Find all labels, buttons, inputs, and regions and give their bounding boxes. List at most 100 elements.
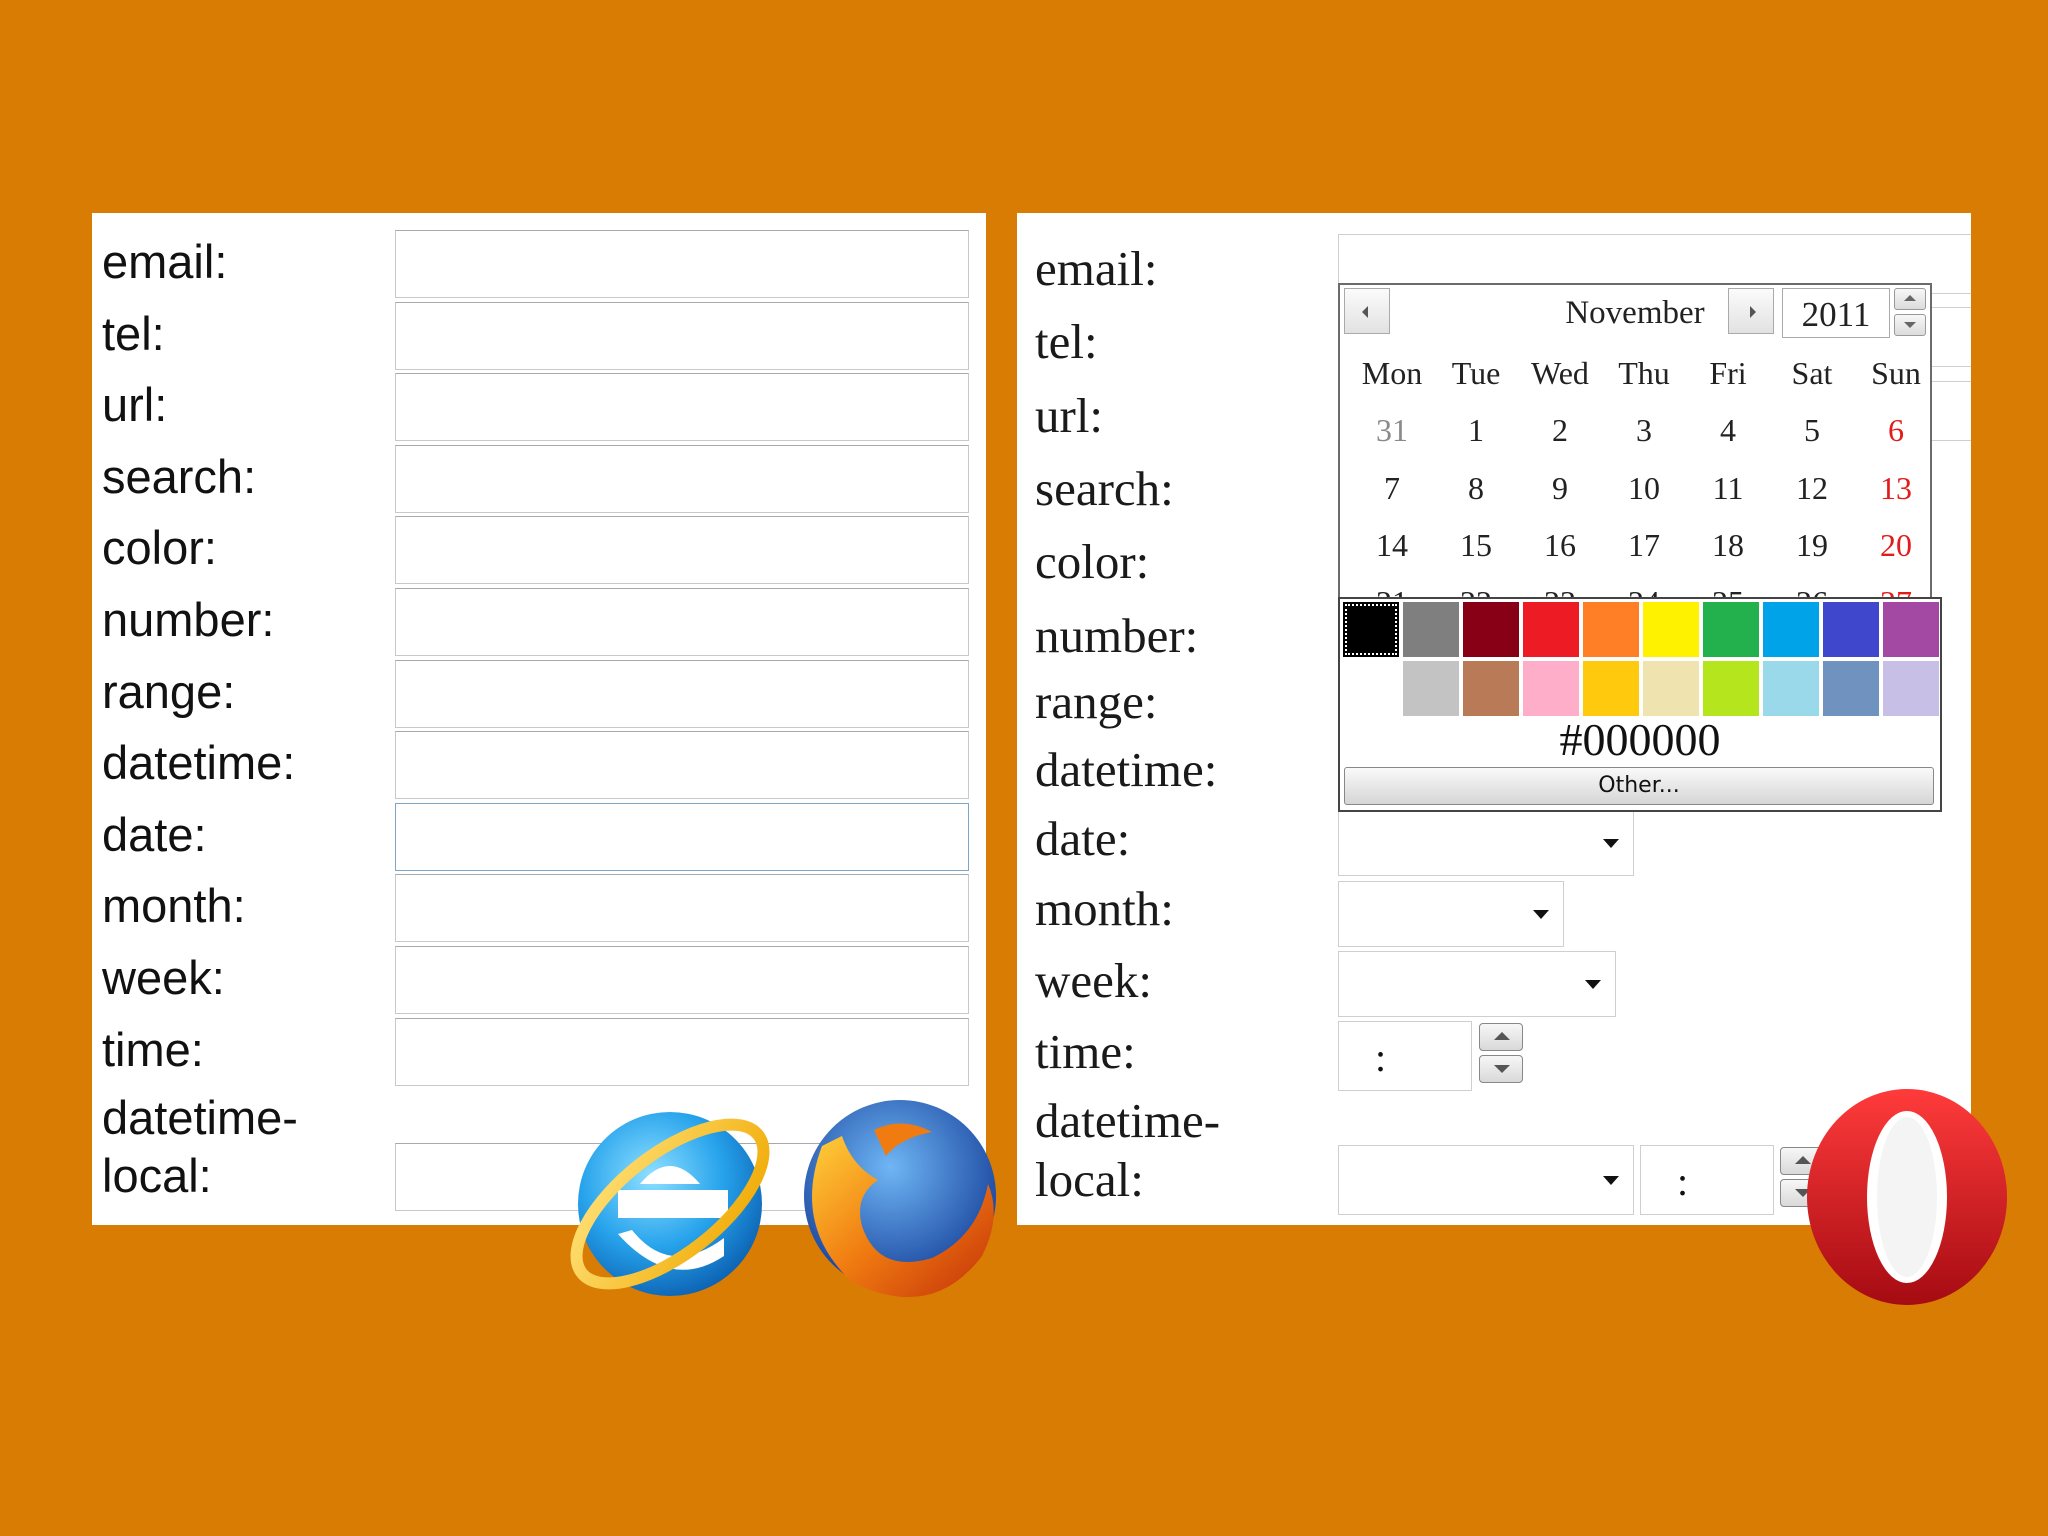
label-number: number: — [102, 593, 275, 646]
calendar-day[interactable]: 20 — [1854, 527, 1930, 564]
color-swatch[interactable] — [1642, 660, 1700, 717]
op-month-select[interactable] — [1338, 881, 1564, 947]
search-input[interactable] — [395, 445, 969, 513]
chevron-down-icon — [1533, 910, 1549, 919]
calendar-day[interactable]: 12 — [1770, 470, 1854, 507]
color-swatch[interactable] — [1702, 601, 1760, 658]
op-label-number: number: — [1035, 608, 1199, 663]
calendar-day[interactable]: 10 — [1602, 470, 1686, 507]
other-color-button[interactable]: Other... — [1344, 767, 1934, 805]
color-swatch[interactable] — [1822, 660, 1880, 717]
calendar-day[interactable]: 17 — [1602, 527, 1686, 564]
arrow-up-icon — [1904, 295, 1916, 301]
day-header: Tue — [1451, 355, 1501, 391]
color-swatch[interactable] — [1522, 601, 1580, 658]
op-label-datetime-local-2: local: — [1035, 1152, 1144, 1207]
year-field[interactable]: 2011 — [1782, 288, 1890, 338]
chevron-down-icon — [1603, 1176, 1619, 1185]
color-swatch[interactable] — [1402, 660, 1460, 717]
calendar-day[interactable]: 18 — [1686, 527, 1770, 564]
email-input[interactable] — [395, 230, 969, 298]
op-label-search: search: — [1035, 461, 1174, 516]
date-picker-popup: November 2011 Mon Tue Wed Thu Fri Sat Su… — [1338, 283, 1932, 603]
color-swatch[interactable] — [1522, 660, 1580, 717]
calendar-day[interactable]: 14 — [1350, 527, 1434, 564]
op-time-input[interactable]: : — [1338, 1021, 1472, 1091]
op-datetime-local-time-input[interactable]: : — [1640, 1145, 1774, 1215]
color-swatch[interactable] — [1582, 660, 1640, 717]
label-datetime-local-2: local: — [102, 1149, 212, 1202]
color-swatch[interactable] — [1702, 660, 1760, 717]
calendar-day[interactable]: 19 — [1770, 527, 1854, 564]
range-input[interactable] — [395, 660, 969, 728]
label-range: range: — [102, 665, 236, 718]
calendar-day[interactable]: 9 — [1518, 470, 1602, 507]
color-swatch[interactable] — [1642, 601, 1700, 658]
calendar-day[interactable]: 6 — [1854, 412, 1930, 449]
tel-input[interactable] — [395, 302, 969, 370]
op-label-url: url: — [1035, 388, 1104, 443]
color-swatch[interactable] — [1882, 601, 1940, 658]
time-spin-up-button[interactable] — [1479, 1023, 1523, 1051]
time-spin-down-button[interactable] — [1479, 1055, 1523, 1083]
op-label-email: email: — [1035, 241, 1158, 296]
next-month-button[interactable] — [1728, 288, 1774, 334]
calendar-day[interactable]: 13 — [1854, 470, 1930, 507]
day-header: Sun — [1871, 355, 1921, 391]
op-datetime-local-date-select[interactable] — [1338, 1145, 1634, 1215]
color-swatch[interactable] — [1882, 660, 1940, 717]
color-swatch[interactable] — [1402, 601, 1460, 658]
calendar-day[interactable]: 3 — [1602, 412, 1686, 449]
firefox-logo — [804, 1100, 996, 1298]
year-up-button[interactable] — [1894, 288, 1926, 310]
chevron-down-icon — [1585, 980, 1601, 989]
color-swatch[interactable] — [1342, 660, 1400, 717]
calendar-day[interactable]: 4 — [1686, 412, 1770, 449]
day-header: Mon — [1361, 355, 1423, 391]
color-swatch[interactable] — [1822, 601, 1880, 658]
arrow-down-icon — [1494, 1065, 1510, 1073]
op-week-select[interactable] — [1338, 951, 1616, 1017]
calendar-day[interactable]: 15 — [1434, 527, 1518, 564]
calendar-day[interactable]: 11 — [1686, 470, 1770, 507]
color-input[interactable] — [395, 516, 969, 584]
chevron-right-icon — [1750, 306, 1756, 318]
day-header: Wed — [1531, 355, 1589, 391]
number-input[interactable] — [395, 588, 969, 656]
color-swatch[interactable] — [1762, 601, 1820, 658]
time-input[interactable] — [395, 1018, 969, 1086]
date-input[interactable] — [395, 803, 969, 871]
month-input[interactable] — [395, 874, 969, 942]
arrow-up-icon — [1494, 1032, 1510, 1040]
calendar-day[interactable]: 2 — [1518, 412, 1602, 449]
op-date-select[interactable] — [1338, 810, 1634, 876]
calendar-day[interactable]: 1 — [1434, 412, 1518, 449]
color-swatch[interactable] — [1462, 601, 1520, 658]
datetime-input[interactable] — [395, 731, 969, 799]
calendar-day[interactable]: 8 — [1434, 470, 1518, 507]
calendar-day[interactable]: 16 — [1518, 527, 1602, 564]
label-datetime-local-1: datetime- — [102, 1091, 298, 1144]
time-separator: : — [1677, 1159, 1689, 1204]
day-header: Thu — [1618, 355, 1670, 391]
ie-firefox-form-panel: email: tel: url: search: color: number: … — [92, 213, 986, 1225]
day-header: Fri — [1709, 355, 1747, 391]
year-down-button[interactable] — [1894, 314, 1926, 336]
calendar-day[interactable]: 7 — [1350, 470, 1434, 507]
week-input[interactable] — [395, 946, 969, 1014]
day-header: Sat — [1791, 355, 1833, 391]
internet-explorer-logo — [570, 1112, 770, 1296]
color-swatch[interactable] — [1342, 601, 1400, 658]
label-url: url: — [102, 378, 168, 431]
label-month: month: — [102, 879, 246, 932]
color-swatch[interactable] — [1582, 601, 1640, 658]
url-input[interactable] — [395, 373, 969, 441]
color-swatch[interactable] — [1762, 660, 1820, 717]
op-label-datetime-local-1: datetime- — [1035, 1093, 1221, 1148]
label-week: week: — [102, 951, 225, 1004]
label-datetime: datetime: — [102, 736, 296, 789]
color-swatch[interactable] — [1462, 660, 1520, 717]
calendar-day[interactable]: 5 — [1770, 412, 1854, 449]
color-picker-popup: #000000 Other... — [1338, 597, 1942, 812]
calendar-day[interactable]: 31 — [1350, 412, 1434, 449]
